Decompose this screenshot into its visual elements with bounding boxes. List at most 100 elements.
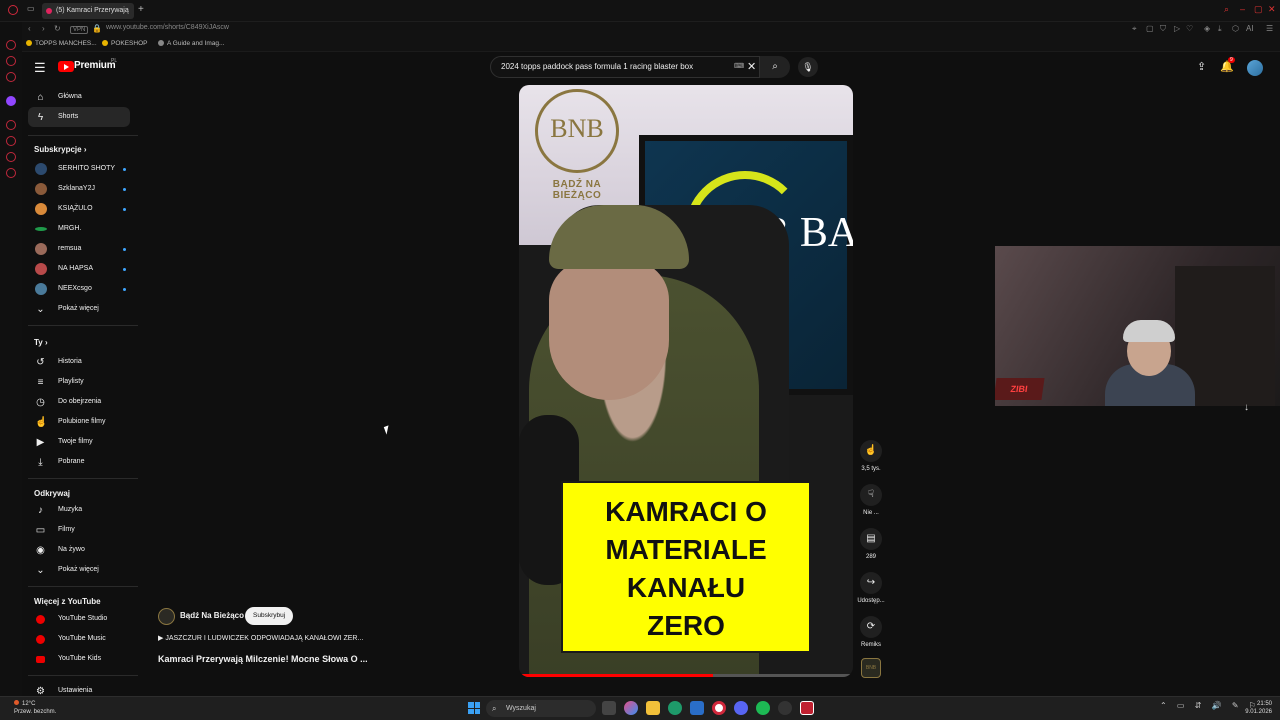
like-button[interactable]: ☝ 3,5 tys.: [852, 440, 890, 472]
taskbar-clock[interactable]: 21:50 9.01.2026: [1238, 700, 1272, 716]
remix-button[interactable]: ⟳ Remiks: [852, 616, 890, 648]
comments-button[interactable]: ▤ 289: [852, 528, 890, 560]
maximize-icon[interactable]: ▢: [1254, 4, 1263, 15]
subscriptions-header[interactable]: Subskrypcje ›: [34, 145, 86, 154]
home-icon: ⌂: [37, 92, 44, 103]
search-query: 2024 topps paddock pass formula 1 racing…: [501, 62, 694, 71]
wallet-icon[interactable]: ◈: [1204, 24, 1210, 33]
sidebar-item-subscription[interactable]: SzklanaY2J: [28, 179, 130, 199]
shield-icon[interactable]: ⛉: [1160, 24, 1166, 34]
clock-rail-icon[interactable]: [6, 136, 16, 146]
hamburger-menu-icon[interactable]: ☰: [34, 60, 46, 76]
snapshot-icon[interactable]: ▢: [1146, 24, 1154, 33]
opera-logo-icon[interactable]: [8, 5, 18, 15]
download-browser-icon[interactable]: ⤓: [1218, 24, 1222, 34]
bookmark-item[interactable]: A Guide and Imag...: [158, 40, 224, 47]
opera-icon[interactable]: [712, 701, 726, 715]
video-progress-bar[interactable]: [519, 674, 853, 677]
sidebar-item-watch-later[interactable]: ◷ Do obejrzenia: [28, 392, 130, 412]
avatar[interactable]: [1247, 60, 1263, 76]
windows-start-icon[interactable]: [468, 702, 480, 714]
video-title[interactable]: Kamraci Przerywają Milczenie! Mocne Słow…: [158, 654, 368, 664]
sidebar-item-music[interactable]: ♪ Muzyka: [28, 500, 130, 520]
sidebar-item-films[interactable]: ▭ Filmy: [28, 520, 130, 540]
sidebar-item-youtube-kids[interactable]: YouTube Kids: [28, 649, 130, 669]
settings-menu-icon[interactable]: ☰: [1266, 24, 1273, 33]
subscribe-button[interactable]: Subskrybuj: [245, 607, 294, 625]
file-explorer-icon[interactable]: [646, 701, 660, 715]
discord-icon[interactable]: [734, 701, 748, 715]
back-icon[interactable]: ‹: [28, 24, 31, 33]
notifications-icon[interactable]: 🔔 9: [1220, 57, 1235, 73]
search-tabs-icon[interactable]: ⌕: [1224, 4, 1229, 15]
create-icon[interactable]: ⇪: [1197, 60, 1206, 73]
sidebar-item-youtube-music[interactable]: YouTube Music: [28, 629, 130, 649]
history-rail-icon[interactable]: [6, 120, 16, 130]
show-more-subscriptions[interactable]: ⌄ Pokaż więcej: [28, 299, 130, 319]
sidebar-item-downloads[interactable]: ⤓ Pobrane: [28, 452, 130, 472]
heart-icon[interactable]: ♡: [1186, 24, 1193, 33]
new-tab-button[interactable]: +: [138, 4, 144, 15]
tab-menu-icon[interactable]: ▭: [27, 4, 35, 13]
channel-thumbnail[interactable]: BNB: [861, 658, 881, 678]
twitch-icon[interactable]: [6, 96, 16, 106]
sidebar-item-shorts[interactable]: ϟ Shorts: [28, 107, 130, 127]
playlist-link[interactable]: ▶ JASZCZUR I LUDWICZEK ODPOWIADAJĄ KANAŁ…: [158, 634, 363, 642]
caption-line: ZERO: [647, 610, 725, 641]
spotify-icon[interactable]: [756, 701, 770, 715]
search-input[interactable]: 2024 topps paddock pass formula 1 racing…: [490, 56, 760, 78]
sidebar-item-subscription[interactable]: MRGH.: [28, 219, 130, 239]
minimize-icon[interactable]: –: [1240, 4, 1245, 14]
settings-rail-icon[interactable]: [6, 168, 16, 178]
copilot-icon[interactable]: [624, 701, 638, 715]
sidebar-item-your-videos[interactable]: ▶ Twoje filmy: [28, 432, 130, 452]
sidebar-item-playlists[interactable]: ≡ Playlisty: [28, 372, 130, 392]
channel-avatar[interactable]: [158, 608, 175, 625]
share-button[interactable]: ↪ Udostęp...: [852, 572, 890, 604]
edge-icon[interactable]: [668, 701, 682, 715]
sidebar-item-home[interactable]: ⌂ Główna: [28, 87, 130, 107]
browser-tab-active[interactable]: (5) Kamraci Przerywają: [42, 3, 134, 19]
bookmark-item[interactable]: TOPPS MANCHES...: [26, 40, 97, 47]
task-view-icon[interactable]: [602, 701, 616, 715]
shorts-video-player[interactable]: BNB BA BNB BĄDŹ NA BIEŻĄCO KAMRACI O MAT…: [519, 85, 853, 677]
show-more-explore[interactable]: ⌄ Pokaż więcej: [28, 560, 130, 580]
search-button[interactable]: ⌕: [760, 56, 790, 78]
pin-icon[interactable]: ⌖: [1132, 24, 1137, 34]
extensions-icon[interactable]: ⬡: [1232, 24, 1239, 33]
instagram-icon[interactable]: [6, 72, 16, 82]
sidebar-item-youtube-studio[interactable]: YouTube Studio: [28, 609, 130, 629]
next-short-arrow-icon[interactable]: ↓: [1244, 402, 1249, 413]
url-field[interactable]: www.youtube.com/shorts/C849XiJAscw: [106, 24, 229, 31]
reload-icon[interactable]: ↻: [54, 24, 61, 33]
sidebar-item-subscription[interactable]: NEEXcsgo: [28, 279, 130, 299]
weather-widget[interactable]: 12°C Przew. bezchm.: [14, 700, 56, 716]
store-icon[interactable]: [690, 701, 704, 715]
more-from-youtube-header: Więcej z YouTube: [34, 597, 101, 606]
sidebar-item-live[interactable]: ◉ Na żywo: [28, 540, 130, 560]
whatsapp-icon[interactable]: [6, 56, 16, 66]
obs-icon[interactable]: [800, 701, 814, 715]
sidebar-item-subscription[interactable]: remsua: [28, 239, 130, 259]
voice-search-icon[interactable]: 🎙: [798, 57, 818, 77]
close-window-icon[interactable]: ✕: [1268, 4, 1276, 15]
ai-label[interactable]: AI: [1246, 24, 1254, 33]
sidebar-item-subscription[interactable]: KSIĄŻULO: [28, 199, 130, 219]
sidebar-item-liked[interactable]: ☝ Polubione filmy: [28, 412, 130, 432]
forward-icon[interactable]: ›: [42, 24, 45, 33]
bookmark-item[interactable]: POKESHOP: [102, 40, 147, 47]
taskbar-search-input[interactable]: ⌕ Wyszukaj: [486, 700, 596, 717]
vpn-icon[interactable]: VPN: [70, 26, 89, 34]
pinboard-icon[interactable]: [6, 152, 16, 162]
sidebar-item-history[interactable]: ↺ Historia: [28, 352, 130, 372]
keyboard-icon[interactable]: ⌨: [734, 57, 744, 77]
messenger-icon[interactable]: [6, 40, 16, 50]
play-icon[interactable]: ▷: [1174, 24, 1180, 33]
channel-name[interactable]: Bądź Na Bieżąco: [180, 611, 244, 620]
dislike-button[interactable]: ☟ Nie ...: [852, 484, 890, 516]
you-header[interactable]: Ty ›: [34, 338, 48, 347]
steam-icon[interactable]: [778, 701, 792, 715]
clear-search-icon[interactable]: ✕: [747, 57, 756, 77]
sidebar-item-subscription[interactable]: SERHITO SHOTY: [28, 159, 130, 179]
sidebar-item-subscription[interactable]: NA HAPSA: [28, 259, 130, 279]
